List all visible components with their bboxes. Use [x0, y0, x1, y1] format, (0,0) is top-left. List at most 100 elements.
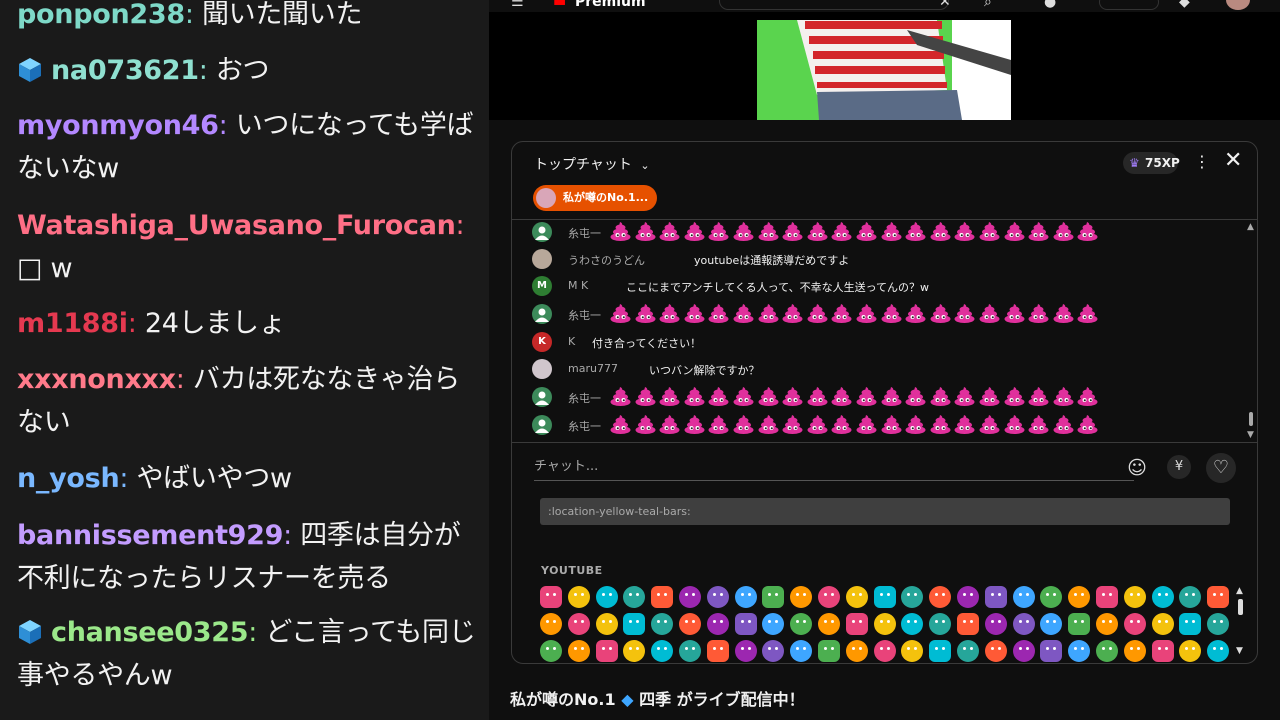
youtube-emoji-icon[interactable]: [651, 586, 674, 608]
youtube-emoji-icon[interactable]: [790, 640, 813, 662]
youtube-emoji-icon[interactable]: [929, 640, 952, 662]
youtube-emoji-icon[interactable]: [1123, 613, 1146, 635]
youtube-emoji-icon[interactable]: [595, 613, 618, 635]
emoji-scrollbar-thumb[interactable]: [1238, 599, 1243, 615]
youtube-emoji-icon[interactable]: [873, 586, 896, 608]
chat-message[interactable]: 糸屯一: [532, 413, 1232, 437]
youtube-emoji-icon[interactable]: [679, 586, 701, 608]
scroll-down-arrow-icon[interactable]: ▼: [1247, 430, 1254, 440]
youtube-emoji-icon[interactable]: [1151, 613, 1174, 635]
notifications-icon[interactable]: ◆: [1179, 0, 1190, 10]
create-button[interactable]: [1099, 0, 1159, 10]
youtube-emoji-icon[interactable]: [1040, 640, 1063, 662]
youtube-emoji-icon[interactable]: [1012, 640, 1035, 662]
youtube-emoji-icon[interactable]: [984, 640, 1007, 662]
chat-username[interactable]: maru777: [568, 362, 618, 375]
chat-username[interactable]: 糸屯一: [568, 418, 601, 434]
youtube-emoji-icon[interactable]: [540, 640, 562, 662]
youtube-emoji-icon[interactable]: [623, 586, 646, 608]
chat-username[interactable]: M K: [568, 279, 588, 292]
emoji-scroll-down-icon[interactable]: ▼: [1236, 646, 1243, 656]
chat-message[interactable]: K K 付き合ってください！: [532, 330, 1232, 354]
chat-scrollbar-thumb[interactable]: [1249, 412, 1253, 426]
chat-message[interactable]: 糸屯一: [532, 385, 1232, 409]
emoji-picker-icon[interactable]: ☺: [1126, 457, 1148, 479]
youtube-emoji-icon[interactable]: [873, 613, 896, 635]
youtube-emoji-icon[interactable]: [734, 640, 757, 662]
chat-input[interactable]: チャット...: [534, 453, 1134, 481]
youtube-emoji-icon[interactable]: [1151, 586, 1174, 608]
youtube-emoji-icon[interactable]: [1012, 613, 1035, 635]
search-box[interactable]: [719, 0, 949, 10]
chat-message[interactable]: 糸屯一: [532, 302, 1232, 326]
youtube-emoji-icon[interactable]: [540, 613, 562, 635]
video-player[interactable]: [489, 12, 1280, 120]
youtube-emoji-icon[interactable]: [901, 586, 924, 608]
youtube-emoji-icon[interactable]: [873, 640, 896, 662]
chat-username[interactable]: うわさのうどん: [568, 252, 645, 268]
youtube-emoji-icon[interactable]: [595, 640, 618, 662]
emoji-grid[interactable]: [540, 582, 1236, 663]
youtube-emoji-icon[interactable]: [929, 613, 952, 635]
search-icon[interactable]: ⌕: [984, 0, 992, 10]
youtube-emoji-icon[interactable]: [734, 586, 757, 608]
mic-icon[interactable]: ●: [1044, 0, 1056, 10]
youtube-emoji-icon[interactable]: [1207, 586, 1230, 608]
youtube-emoji-icon[interactable]: [595, 586, 618, 608]
youtube-emoji-icon[interactable]: [845, 613, 868, 635]
account-avatar[interactable]: [1226, 0, 1250, 10]
youtube-emoji-icon[interactable]: [1068, 586, 1091, 608]
youtube-emoji-icon[interactable]: [1096, 613, 1118, 635]
youtube-emoji-icon[interactable]: [818, 640, 840, 662]
emoji-scroll-up-icon[interactable]: ▲: [1236, 586, 1243, 596]
chat-avatar[interactable]: M: [532, 276, 552, 296]
chat-mode-dropdown[interactable]: トップチャット ⌄: [534, 154, 650, 174]
chat-username[interactable]: 糸屯一: [568, 390, 601, 406]
menu-icon[interactable]: ☰: [511, 0, 524, 10]
youtube-emoji-icon[interactable]: [623, 613, 646, 635]
youtube-logo-icon[interactable]: ▬: [553, 0, 566, 10]
chat-avatar[interactable]: [532, 387, 552, 407]
chat-message-list[interactable]: 糸屯一 うわさのうどん youtubeは通報誘導だめですよ M M K ここにまでアンチし…: [512, 220, 1257, 442]
emoji-search-field[interactable]: :location-yellow-teal-bars:: [540, 498, 1230, 525]
youtube-emoji-icon[interactable]: [790, 613, 813, 635]
youtube-emoji-icon[interactable]: [818, 586, 840, 608]
youtube-emoji-icon[interactable]: [901, 640, 924, 662]
youtube-emoji-icon[interactable]: [1068, 640, 1091, 662]
clear-search-icon[interactable]: ✕: [939, 0, 951, 10]
youtube-emoji-icon[interactable]: [845, 586, 868, 608]
chat-avatar[interactable]: [532, 304, 552, 324]
youtube-emoji-icon[interactable]: [567, 640, 590, 662]
youtube-emoji-icon[interactable]: [762, 640, 785, 662]
youtube-emoji-icon[interactable]: [567, 586, 590, 608]
youtube-emoji-icon[interactable]: [957, 586, 979, 608]
youtube-emoji-icon[interactable]: [1207, 640, 1230, 662]
youtube-emoji-icon[interactable]: [957, 613, 979, 635]
youtube-emoji-icon[interactable]: [790, 586, 813, 608]
youtube-emoji-icon[interactable]: [762, 613, 785, 635]
youtube-emoji-icon[interactable]: [734, 613, 757, 635]
youtube-emoji-icon[interactable]: [984, 586, 1007, 608]
youtube-emoji-icon[interactable]: [1179, 613, 1202, 635]
youtube-emoji-icon[interactable]: [818, 613, 840, 635]
youtube-emoji-icon[interactable]: [984, 613, 1007, 635]
pinned-channel-chip[interactable]: 私が噂のNo.1...: [533, 185, 657, 211]
chat-username[interactable]: K: [568, 335, 575, 348]
youtube-emoji-icon[interactable]: [1151, 640, 1174, 662]
youtube-emoji-icon[interactable]: [762, 586, 785, 608]
youtube-emoji-icon[interactable]: [1096, 586, 1118, 608]
chat-avatar[interactable]: [532, 222, 552, 242]
super-chat-yen-icon[interactable]: ¥: [1167, 455, 1191, 479]
chat-message[interactable]: うわさのうどん youtubeは通報誘導だめですよ: [532, 247, 1232, 271]
youtube-emoji-icon[interactable]: [1123, 640, 1146, 662]
youtube-emoji-icon[interactable]: [1096, 640, 1118, 662]
youtube-emoji-icon[interactable]: [1123, 586, 1146, 608]
youtube-emoji-icon[interactable]: [845, 640, 868, 662]
chat-username[interactable]: 糸屯一: [568, 225, 601, 241]
youtube-emoji-icon[interactable]: [651, 613, 674, 635]
chat-message[interactable]: M M K ここにまでアンチしてくる人って、不幸な人生送ってんの？w: [532, 274, 1232, 298]
youtube-emoji-icon[interactable]: [623, 640, 646, 662]
youtube-emoji-icon[interactable]: [1179, 586, 1202, 608]
youtube-emoji-icon[interactable]: [679, 640, 701, 662]
chat-avatar[interactable]: [532, 359, 552, 379]
